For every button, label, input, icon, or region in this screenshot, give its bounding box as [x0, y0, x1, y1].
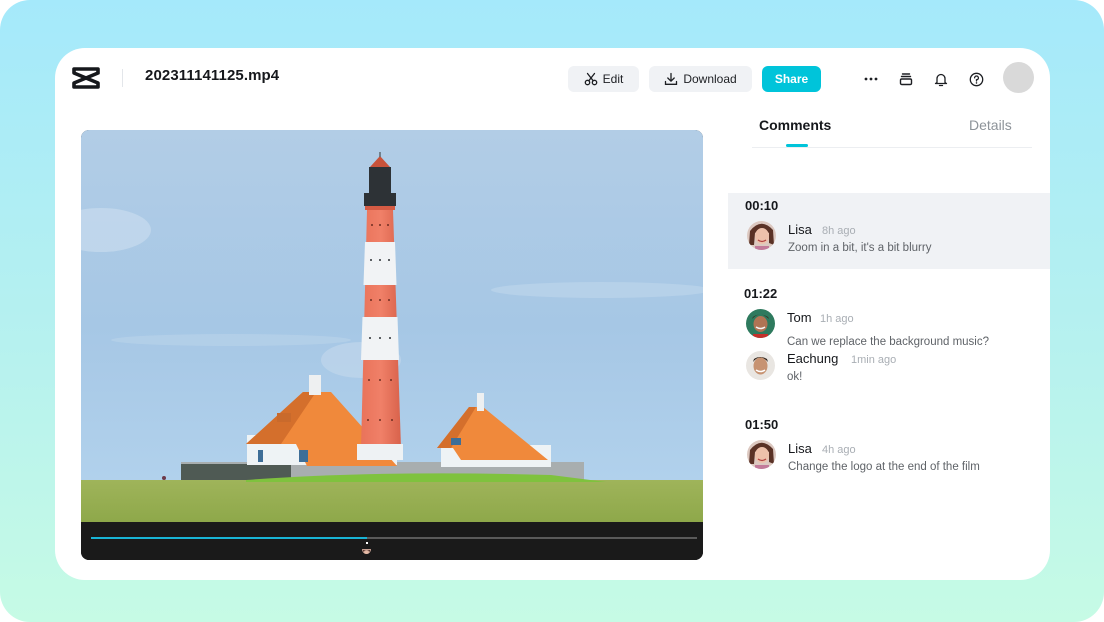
progress-track[interactable]	[91, 537, 697, 539]
avatar-tom	[746, 309, 775, 338]
edit-button[interactable]: Edit	[568, 66, 639, 92]
stack-button[interactable]	[896, 69, 916, 89]
tab-details[interactable]: Details	[969, 117, 1012, 133]
tab-comments[interactable]: Comments	[759, 117, 831, 133]
comment-thread[interactable]: 00:10 Lisa 8h ago Zoom in a bit, it's a …	[728, 193, 1050, 269]
comment-thread[interactable]: 01:50 Lisa 4h ago Change the logo at the…	[728, 413, 1050, 483]
more-button[interactable]	[861, 69, 881, 89]
app-window: 202311141125.mp4 Edit Download Share Com…	[55, 48, 1050, 580]
comment-author: Eachung	[787, 351, 839, 366]
player-controls	[81, 522, 703, 560]
capcut-logo-icon[interactable]	[71, 66, 101, 90]
edit-label: Edit	[602, 72, 624, 86]
thread-timestamp[interactable]: 00:10	[745, 198, 778, 213]
comment-marker-avatar[interactable]	[362, 545, 372, 554]
header-divider	[122, 69, 123, 87]
comment-item: Eachung 1min ago ok!	[728, 350, 1050, 390]
comment-item: Tom 1h ago Can we replace the background…	[728, 308, 1050, 352]
comment-author: Tom	[787, 310, 812, 325]
comment-text: Change the logo at the end of the film	[788, 461, 980, 473]
stack-icon	[899, 73, 913, 86]
thread-timestamp[interactable]: 01:50	[745, 417, 778, 432]
video-frame-lighthouse	[81, 130, 703, 522]
thread-timestamp[interactable]: 01:22	[744, 286, 777, 301]
comment-text: ok!	[787, 371, 803, 383]
comment-time: 4h ago	[822, 444, 856, 456]
tab-divider	[752, 147, 1032, 148]
comment-item: Lisa 4h ago Change the logo at the end o…	[728, 438, 1050, 478]
scissors-icon	[584, 72, 598, 86]
more-icon	[864, 77, 878, 81]
avatar-lisa	[747, 221, 776, 250]
download-button[interactable]: Download	[649, 66, 752, 92]
progress-fill	[91, 537, 367, 539]
comment-thread[interactable]: 01:22 Tom 1h ago Can we replace the back…	[728, 280, 1050, 390]
comment-time: 1min ago	[851, 354, 897, 366]
comment-time: 8h ago	[822, 225, 856, 237]
playhead-marker[interactable]	[365, 542, 368, 544]
download-icon	[665, 72, 678, 85]
comment-author: Lisa	[788, 222, 812, 237]
comment-text: Can we replace the background music?	[787, 336, 990, 348]
comment-time: 1h ago	[820, 313, 854, 325]
file-name: 202311141125.mp4	[145, 67, 280, 84]
comment-author: Lisa	[788, 441, 812, 456]
download-label: Download	[683, 72, 737, 86]
user-avatar[interactable]	[1003, 62, 1034, 93]
help-icon	[969, 72, 983, 86]
avatar-eachung	[746, 351, 775, 380]
comment-text: Zoom in a bit, it's a bit blurry	[788, 242, 932, 254]
bell-icon	[934, 73, 948, 86]
share-button[interactable]: Share	[762, 66, 821, 92]
help-button[interactable]	[966, 69, 986, 89]
video-player[interactable]	[81, 130, 703, 560]
comment-item: Lisa 8h ago Zoom in a bit, it's a bit bl…	[728, 219, 1050, 259]
notifications-button[interactable]	[931, 69, 951, 89]
avatar-lisa	[747, 440, 776, 469]
active-tab-indicator	[786, 144, 808, 147]
